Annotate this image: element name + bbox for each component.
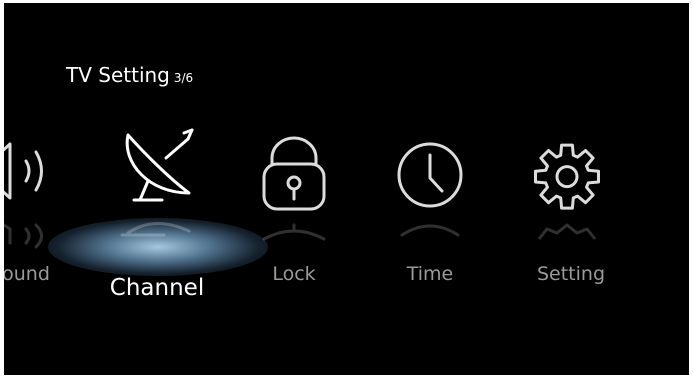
menu-item-sound[interactable]: ound	[4, 3, 64, 293]
menu-item-label: Lock	[272, 263, 316, 285]
menu-item-setting[interactable]: Setting	[527, 3, 617, 293]
menu-item-channel[interactable]: Channel	[104, 3, 214, 303]
tv-settings-screen: TV Setting 3/6 ound Channel Lock Time Se…	[4, 3, 689, 375]
gear-icon	[534, 143, 600, 240]
menu-item-lock[interactable]: Lock	[256, 3, 336, 293]
clock-icon	[397, 142, 463, 237]
satellite-dish-icon	[120, 128, 194, 237]
padlock-icon	[262, 136, 326, 241]
menu-item-label: ound	[4, 263, 50, 285]
menu-item-label: Channel	[109, 275, 205, 301]
menu-item-label: Time	[406, 263, 454, 285]
menu-item-label: Setting	[536, 263, 606, 285]
menu-item-time[interactable]: Time	[392, 3, 472, 293]
speaker-icon	[4, 142, 43, 249]
